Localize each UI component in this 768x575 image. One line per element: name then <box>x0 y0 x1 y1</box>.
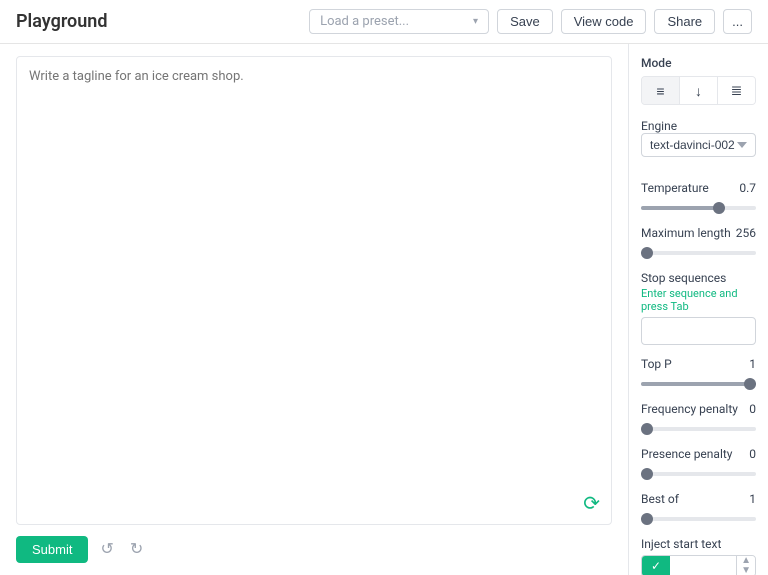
share-button[interactable]: Share <box>654 9 715 34</box>
stop-sequences-label: Stop sequences <box>641 271 756 285</box>
stop-sequences-hint: Enter sequence and press Tab <box>641 287 756 313</box>
best-of-label: Best of <box>641 492 679 506</box>
undo-button[interactable]: ↺ <box>96 535 117 563</box>
preset-dropdown[interactable]: Load a preset... ▾ <box>309 9 489 34</box>
header: Playground Load a preset... ▾ Save View … <box>0 0 768 44</box>
max-length-slider[interactable] <box>641 251 756 255</box>
recycle-icon[interactable]: ⟳ <box>583 491 600 515</box>
presence-penalty-value: 0 <box>749 447 756 461</box>
max-length-label: Maximum length <box>641 226 731 240</box>
sidebar: Mode ≡ ↓ ≣ Engine text-davinci-002 text-… <box>628 44 768 575</box>
top-p-label: Top P <box>641 357 672 371</box>
mode-edit-button[interactable]: ≣ <box>717 77 755 104</box>
inject-start-wrapper: ✓ ▲ ▼ <box>641 555 756 575</box>
editor-footer: Submit ↺ ↻ <box>16 525 612 563</box>
temperature-value: 0.7 <box>739 181 756 195</box>
stop-sequences-control: Stop sequences Enter sequence and press … <box>641 271 756 357</box>
mode-complete-button[interactable]: ≡ <box>642 77 679 104</box>
frequency-penalty-control: Frequency penalty 0 <box>641 402 756 435</box>
engine-label: Engine <box>641 119 756 133</box>
inject-start-stepper: ▲ ▼ <box>736 556 755 575</box>
temperature-slider[interactable] <box>641 206 756 210</box>
inject-start-label: Inject start text <box>641 537 756 551</box>
top-p-slider[interactable] <box>641 382 756 386</box>
preset-placeholder: Load a preset... <box>320 14 409 29</box>
presence-penalty-control: Presence penalty 0 <box>641 447 756 480</box>
presence-penalty-label: Presence penalty <box>641 447 732 461</box>
temperature-control: Temperature 0.7 <box>641 181 756 214</box>
frequency-penalty-label: Frequency penalty <box>641 402 738 416</box>
inject-start-decrement[interactable]: ▼ <box>737 566 755 575</box>
frequency-penalty-slider[interactable] <box>641 427 756 431</box>
more-button[interactable]: ... <box>723 9 752 34</box>
editor-area: ⟳ Submit ↺ ↻ <box>0 44 628 575</box>
mode-insert-button[interactable]: ↓ <box>679 77 717 104</box>
inject-start-control: Inject start text ✓ ▲ ▼ <box>641 537 756 575</box>
best-of-control: Best of 1 <box>641 492 756 525</box>
engine-select[interactable]: text-davinci-002 text-curie-001 text-bab… <box>641 133 756 157</box>
save-button[interactable]: Save <box>497 9 553 34</box>
chevron-down-icon: ▾ <box>473 16 478 27</box>
main-content: ⟳ Submit ↺ ↻ Mode ≡ ↓ ≣ Engine text-davi… <box>0 44 768 575</box>
frequency-penalty-value: 0 <box>749 402 756 416</box>
best-of-slider[interactable] <box>641 517 756 521</box>
redo-button[interactable]: ↻ <box>126 535 147 563</box>
inject-start-value <box>670 556 736 575</box>
presence-penalty-slider[interactable] <box>641 472 756 476</box>
page-title: Playground <box>16 11 309 32</box>
temperature-label: Temperature <box>641 181 709 195</box>
mode-label: Mode <box>641 56 756 70</box>
top-p-value: 1 <box>749 357 756 371</box>
max-length-value: 256 <box>736 226 756 240</box>
mode-buttons: ≡ ↓ ≣ <box>641 76 756 105</box>
prompt-textarea[interactable] <box>16 56 612 525</box>
best-of-value: 1 <box>749 492 756 506</box>
view-code-button[interactable]: View code <box>561 9 647 34</box>
header-actions: Load a preset... ▾ Save View code Share … <box>309 9 752 34</box>
max-length-control: Maximum length 256 <box>641 226 756 259</box>
inject-start-checkbox[interactable]: ✓ <box>642 556 670 575</box>
stop-sequences-input[interactable] <box>641 317 756 345</box>
submit-button[interactable]: Submit <box>16 536 88 563</box>
top-p-control: Top P 1 <box>641 357 756 390</box>
